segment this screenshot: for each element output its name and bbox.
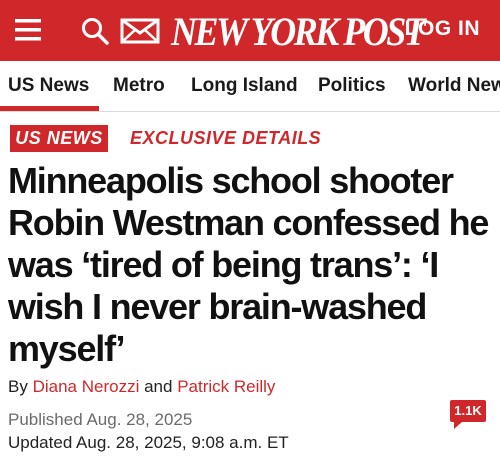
menu-icon[interactable] (13, 16, 47, 44)
section-badge[interactable]: US NEWS (10, 125, 108, 152)
section-nav: US News Metro Long Island Politics World… (0, 61, 500, 112)
search-icon[interactable] (80, 16, 112, 46)
comments-count-button[interactable]: 1.1K (450, 400, 486, 429)
updated-date: Updated Aug. 28, 2025, 9:08 a.m. ET (8, 433, 289, 452)
published-date: Published Aug. 28, 2025 (8, 410, 193, 429)
top-header: NEW YORK POST LOG IN (0, 0, 500, 61)
article-headline: Minneapolis school shooter Robin Westman… (8, 160, 489, 369)
nav-item-long-island[interactable]: Long Island (191, 75, 298, 97)
comment-bubble-tail-icon (454, 422, 462, 429)
byline-prefix: By (8, 377, 28, 396)
site-logo[interactable]: NEW YORK POST (171, 8, 426, 55)
nav-item-us-news[interactable]: US News (8, 75, 89, 97)
author-link-1[interactable]: Diana Nerozzi (33, 377, 140, 396)
byline: By Diana Nerozzi and Patrick Reilly (8, 377, 275, 397)
mail-icon[interactable] (120, 18, 162, 44)
comments-count: 1.1K (454, 403, 482, 418)
login-button[interactable]: LOG IN (405, 17, 480, 41)
kicker-label: EXCLUSIVE DETAILS (130, 128, 322, 148)
author-link-2[interactable]: Patrick Reilly (177, 377, 275, 396)
nav-item-metro[interactable]: Metro (113, 75, 165, 97)
nav-active-indicator (0, 106, 99, 111)
nav-item-politics[interactable]: Politics (318, 75, 386, 97)
byline-conjunction: and (144, 377, 173, 396)
nav-item-world-news[interactable]: World New (408, 75, 500, 97)
